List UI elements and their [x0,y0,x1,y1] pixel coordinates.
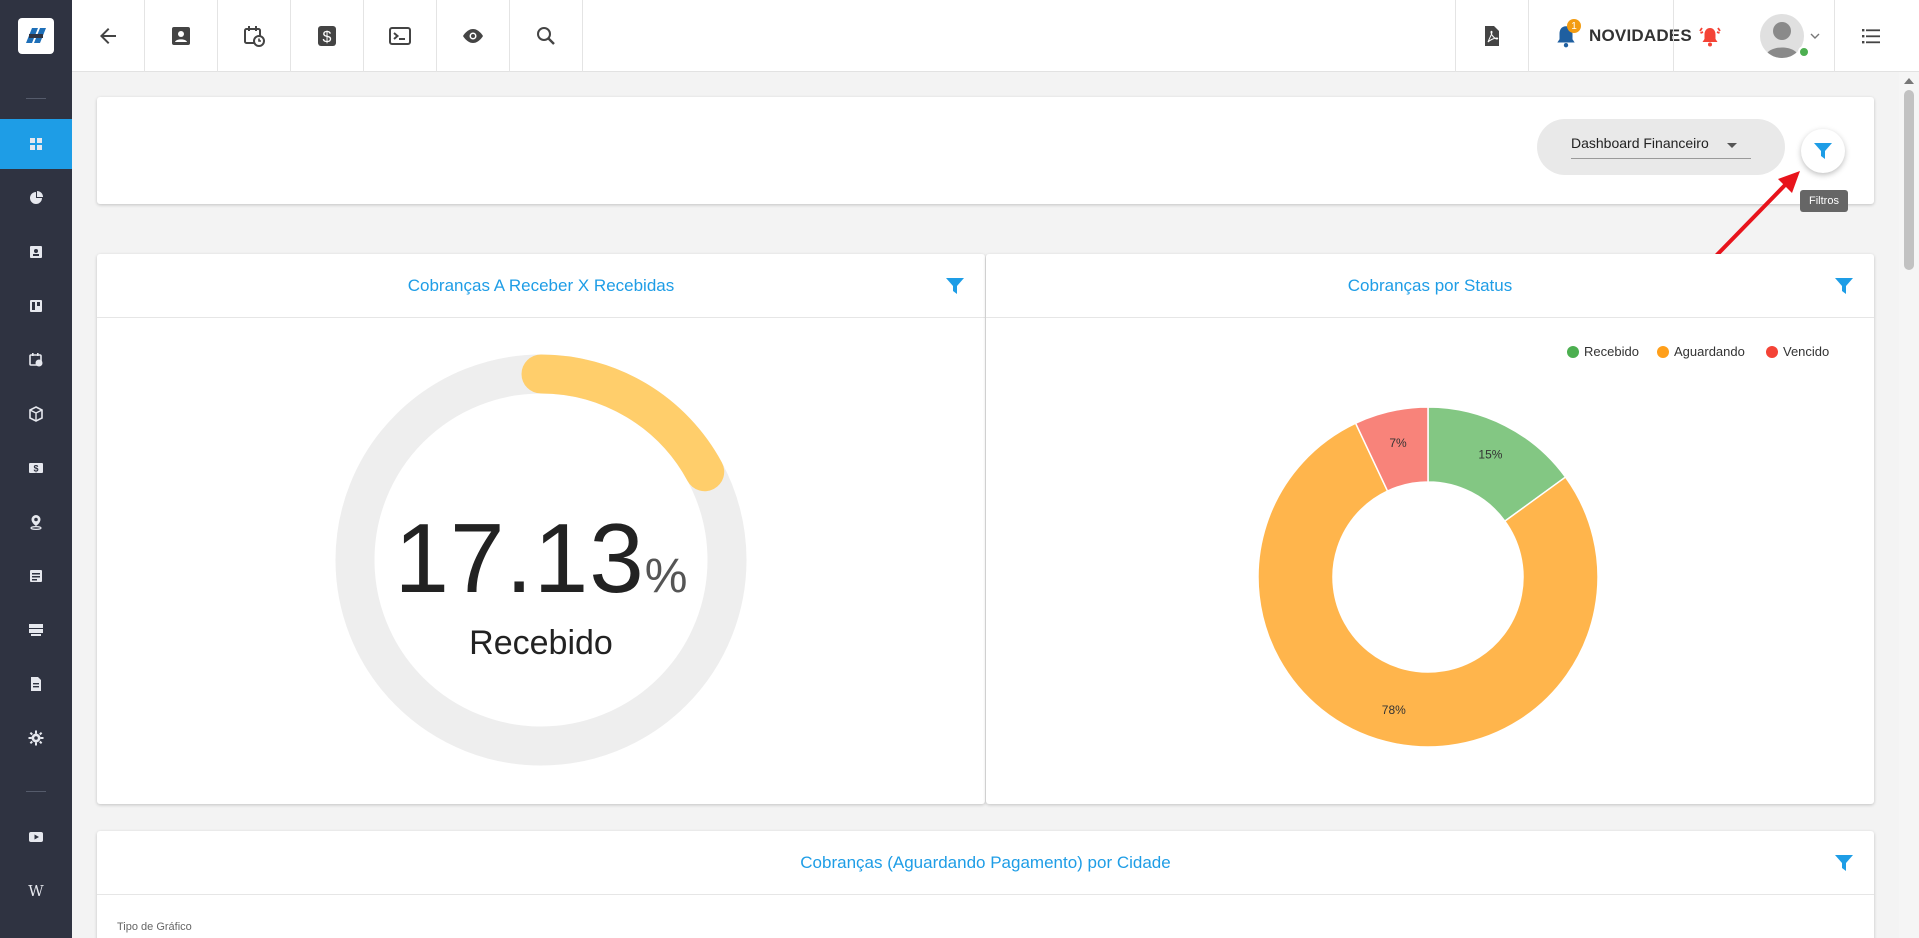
sidebar-item-board[interactable] [0,281,72,331]
scroll-up-icon[interactable] [1904,78,1914,84]
top-bar: $ 1 NOVIDADES [72,0,1919,72]
chart-type-label: Tipo de Gráfico [117,921,192,933]
status-card: Cobranças por Status Recebido Aguardando… [986,254,1874,804]
terminal-icon [389,27,411,45]
gauge-filter-button[interactable] [943,274,967,298]
legend-label: Recebido [1584,344,1639,359]
gauge-number: 17.13 [394,503,645,613]
pdf-icon [1485,26,1499,46]
avatar [1759,14,1804,58]
schedule-button[interactable] [218,0,291,72]
contact-icon [172,27,190,45]
novidades-button[interactable]: 1 NOVIDADES [1528,0,1692,72]
contact-card-icon [30,246,42,258]
sidebar-item-contacts[interactable] [0,227,72,277]
sidebar-item-finance[interactable]: $ [0,443,72,493]
status-donut-chart: 15% 78% 7% [1257,406,1599,748]
wiki-icon: W [28,882,44,900]
donut-slice-label: 7% [1389,436,1407,450]
sidebar-item-dashboard[interactable] [0,119,72,169]
svg-text:$: $ [323,29,332,46]
legend-item-aguardando[interactable]: Aguardando [1657,344,1745,359]
legend-item-recebido[interactable]: Recebido [1567,344,1639,359]
filter-icon [946,278,964,294]
eye-icon [463,29,483,43]
sidebar-item-map[interactable] [0,497,72,547]
filter-icon [1814,143,1832,159]
sidebar-item-servers[interactable] [0,605,72,655]
calendar-clock-icon [29,353,43,367]
filter-icon [1835,278,1853,294]
sidebar-item-products[interactable] [0,389,72,439]
document-icon [31,677,41,691]
pie-chart-icon [30,191,43,204]
sidebar-item-list[interactable] [0,551,72,601]
gauge-value: 17.13% [97,502,985,615]
filter-icon [1835,855,1853,871]
dollar-icon: $ [318,26,336,46]
user-menu[interactable] [1745,0,1834,72]
box-icon [29,406,43,422]
legend-swatch [1657,345,1669,358]
map-pin-icon [30,515,42,530]
sidebar-item-settings[interactable] [0,713,72,763]
back-arrow-icon [100,28,116,44]
server-icon [29,624,43,636]
finance-button[interactable]: $ [291,0,364,72]
back-button[interactable] [72,0,145,72]
dashboard-icon [30,138,42,150]
donut-slice-label: 78% [1382,703,1406,717]
sidebar-item-documents[interactable] [0,659,72,709]
legend-label: Vencido [1783,344,1830,359]
legend-label: Aguardando [1674,344,1745,359]
logo-icon [18,18,54,54]
status-card-title: Cobranças por Status [986,254,1874,318]
gauge-label: Recebido [469,624,613,662]
legend-item-vencido[interactable]: Vencido [1766,344,1829,359]
legend-swatch [1567,345,1579,358]
donut-slice-label: 15% [1478,447,1502,461]
alarm-button[interactable] [1673,0,1745,72]
sidebar-item-schedule[interactable] [0,335,72,385]
youtube-icon [29,832,43,842]
caret-down-icon [1727,143,1737,148]
legend-swatch [1766,345,1778,358]
calendar-clock-icon [244,26,265,47]
city-card-title: Cobranças (Aguardando Pagamento) por Cid… [97,831,1874,895]
alarm-bell-icon [1698,27,1721,47]
contacts-button[interactable] [145,0,218,72]
gauge-card: Cobranças A Receber X Recebidas 17.13% R… [97,254,985,804]
sidebar: $ W [0,0,72,938]
sidebar-item-wiki[interactable]: W [0,866,72,916]
view-button[interactable] [437,0,510,72]
terminal-button[interactable] [364,0,437,72]
gauge-unit: % [644,550,688,603]
chevron-down-icon [1810,33,1819,39]
status-filter-button[interactable] [1832,274,1856,298]
list-menu-button[interactable] [1834,0,1907,72]
board-icon [30,300,42,312]
logo[interactable] [0,0,72,72]
gauge-card-title: Cobranças A Receber X Recebidas [97,254,985,318]
scroll-thumb[interactable] [1904,90,1914,270]
online-status-dot [1798,46,1810,58]
search-button[interactable] [510,0,583,72]
pdf-button[interactable] [1455,0,1528,72]
gauge-arc [521,354,725,492]
sidebar-divider [26,791,46,792]
money-icon: $ [29,463,43,474]
list-menu-icon [1862,29,1880,44]
notification-badge: 1 [1567,19,1581,33]
scrollbar[interactable] [1899,72,1919,938]
city-filter-button[interactable] [1832,851,1856,875]
dashboard-select-value: Dashboard Financeiro [1571,135,1709,151]
svg-text:$: $ [33,464,38,474]
sidebar-item-videos[interactable] [0,812,72,862]
sidebar-divider [26,98,46,99]
city-card: Cobranças (Aguardando Pagamento) por Cid… [97,831,1874,938]
list-icon [30,570,42,582]
gear-icon [28,730,44,746]
sidebar-item-reports[interactable] [0,173,72,223]
search-icon [537,27,555,45]
